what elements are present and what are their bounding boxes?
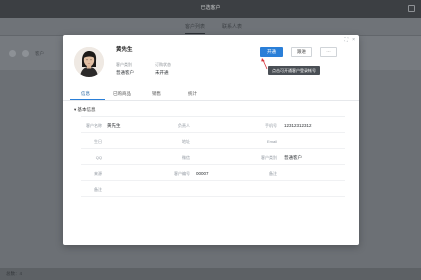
activate-button[interactable]: 开通 <box>260 47 283 57</box>
app-tabbar <box>0 18 421 36</box>
row-divider <box>81 180 345 181</box>
app-footer <box>0 268 421 280</box>
refresh-icon[interactable] <box>22 50 29 57</box>
field-label: 备注 <box>94 187 102 192</box>
tab-statistics[interactable]: 统计 <box>188 91 197 97</box>
footer-total: 总数：4 <box>6 271 23 276</box>
field-label: Email <box>266 139 277 144</box>
row-divider <box>81 196 345 197</box>
customer-type-value: 普通客户 <box>116 70 134 75</box>
active-tab-indicator <box>70 99 105 100</box>
collapse-caret-icon: ▾ <box>74 107 77 112</box>
customer-name: 黄先生 <box>116 47 133 53</box>
field-value: 黄先生 <box>107 123 121 128</box>
more-actions-button[interactable]: ··· <box>320 47 337 57</box>
toolbar-label: 客户 <box>35 51 44 56</box>
window-title: 已选客户 <box>200 5 221 11</box>
back-icon[interactable] <box>9 50 16 57</box>
tab-customer-list[interactable]: 客户列表 <box>185 23 206 34</box>
customer-detail-modal: ⛶ × 黄先生 客户类别 普通客户 订购状态 未开通 开通 跟进 ··· 点击可… <box>63 35 359 245</box>
field-value: 普通客户 <box>284 155 302 160</box>
field-label: 地址 <box>182 139 190 144</box>
tab-info[interactable]: 信息 <box>81 91 90 97</box>
field-label: 客户名称 <box>86 123 102 128</box>
field-label: 微信 <box>182 155 190 160</box>
field-label: 生日 <box>94 139 102 144</box>
row-divider <box>81 164 345 165</box>
detail-tabs: 信息 已购商品 销售 统计 <box>63 90 359 101</box>
field-label: 负责人 <box>178 123 190 128</box>
portrait-image <box>74 47 104 77</box>
window-maximize-icon[interactable] <box>408 5 415 12</box>
field-value: 12312312312 <box>284 123 312 128</box>
field-label: 手机号 <box>265 123 277 128</box>
tab-contacts[interactable]: 联系人表 <box>222 23 242 30</box>
maximize-icon[interactable]: ⛶ <box>344 38 348 43</box>
section-divider <box>81 116 345 117</box>
activate-tooltip: 点击可开通客户登录帐号 <box>268 66 320 75</box>
row-divider <box>81 148 345 149</box>
row-divider <box>81 132 345 133</box>
customer-type-label: 客户类别 <box>116 62 132 67</box>
tab-purchased-products[interactable]: 已购商品 <box>113 91 131 97</box>
field-value: 00007 <box>196 171 209 176</box>
field-label: 备注 <box>269 171 277 176</box>
section-title: 基本信息 <box>77 107 96 112</box>
follow-up-button[interactable]: 跟进 <box>291 47 312 57</box>
order-status-label: 订购状态 <box>155 62 171 67</box>
close-icon[interactable]: × <box>352 38 355 43</box>
field-label: 来源 <box>94 171 102 176</box>
field-label: 客户类别 <box>261 155 277 160</box>
tab-sales[interactable]: 销售 <box>152 91 161 97</box>
section-basic-info[interactable]: ▾ 基本信息 <box>74 107 96 113</box>
field-label: 客户编号 <box>174 171 190 176</box>
order-status-value: 未开通 <box>155 70 169 75</box>
avatar <box>74 47 104 77</box>
field-label: QQ <box>95 155 102 160</box>
